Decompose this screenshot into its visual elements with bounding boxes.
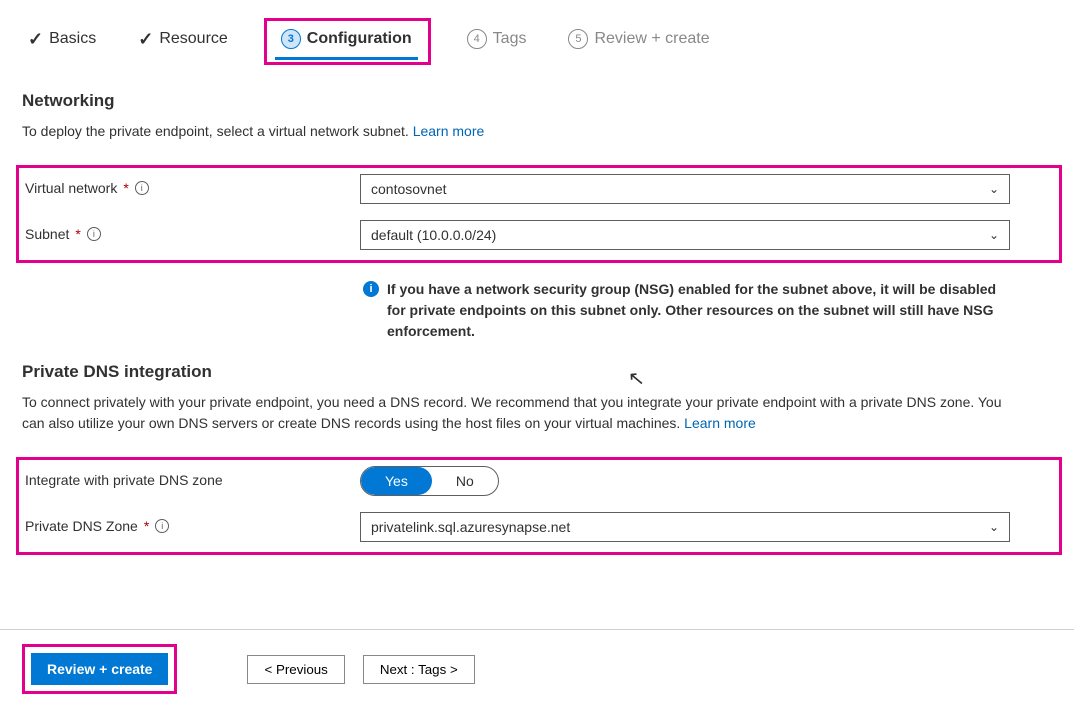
integrate-label: Integrate with private DNS zone — [25, 472, 223, 488]
tab-configuration[interactable]: 3 Configuration — [275, 23, 418, 60]
info-icon[interactable]: i — [87, 227, 101, 241]
step-number-icon: 5 — [568, 29, 588, 49]
chevron-down-icon: ⌄ — [989, 520, 999, 534]
previous-button[interactable]: < Previous — [247, 655, 344, 684]
subnet-value: default (10.0.0.0/24) — [371, 227, 496, 243]
chevron-down-icon: ⌄ — [989, 182, 999, 196]
vnet-select[interactable]: contosovnet ⌄ — [360, 174, 1010, 204]
check-icon: ✓ — [28, 29, 43, 50]
dns-zone-select[interactable]: privatelink.sql.azuresynapse.net ⌄ — [360, 512, 1010, 542]
integrate-toggle[interactable]: Yes No — [360, 466, 499, 496]
info-badge-icon: i — [363, 281, 379, 297]
tab-tags-label: Tags — [493, 30, 527, 48]
dns-description: To connect privately with your private e… — [22, 392, 1022, 435]
subnet-label: Subnet — [25, 226, 69, 242]
dns-learn-more-link[interactable]: Learn more — [684, 415, 756, 431]
dns-zone-value: privatelink.sql.azuresynapse.net — [371, 519, 570, 535]
required-marker: * — [144, 518, 149, 534]
tab-resource-label: Resource — [159, 30, 227, 48]
info-icon[interactable]: i — [135, 181, 149, 195]
vnet-label: Virtual network — [25, 180, 117, 196]
cursor-icon: ↖ — [627, 365, 646, 391]
integrate-yes-option[interactable]: Yes — [361, 467, 432, 495]
wizard-footer: Review + create < Previous Next : Tags > — [0, 629, 1074, 708]
review-button-highlight: Review + create — [22, 644, 177, 694]
tab-basics-label: Basics — [49, 30, 96, 48]
networking-description: To deploy the private endpoint, select a… — [22, 121, 1022, 143]
chevron-down-icon: ⌄ — [989, 228, 999, 242]
integrate-no-option[interactable]: No — [432, 467, 498, 495]
dns-fields-highlight: Integrate with private DNS zone Yes No P… — [16, 457, 1062, 555]
check-icon: ✓ — [138, 29, 153, 50]
networking-fields-highlight: Virtual network * i contosovnet ⌄ Subnet… — [16, 165, 1062, 263]
required-marker: * — [75, 226, 80, 242]
subnet-select[interactable]: default (10.0.0.0/24) ⌄ — [360, 220, 1010, 250]
tab-configuration-highlight: 3 Configuration — [264, 18, 431, 65]
step-number-icon: 4 — [467, 29, 487, 49]
nsg-note: If you have a network security group (NS… — [387, 279, 1007, 342]
info-icon[interactable]: i — [155, 519, 169, 533]
step-number-icon: 3 — [281, 29, 301, 49]
review-create-button[interactable]: Review + create — [31, 653, 168, 685]
wizard-tabs: ✓ Basics ✓ Resource 3 Configuration 4 Ta… — [22, 18, 1052, 63]
tab-configuration-label: Configuration — [307, 30, 412, 48]
dns-zone-label: Private DNS Zone — [25, 518, 138, 534]
tab-resource[interactable]: ✓ Resource — [132, 23, 234, 58]
tab-basics[interactable]: ✓ Basics — [22, 23, 102, 58]
tab-tags[interactable]: 4 Tags — [461, 23, 533, 57]
next-button[interactable]: Next : Tags > — [363, 655, 475, 684]
required-marker: * — [123, 180, 128, 196]
dns-heading: Private DNS integration — [22, 362, 1052, 382]
tab-review-label: Review + create — [594, 30, 709, 48]
networking-learn-more-link[interactable]: Learn more — [413, 123, 485, 139]
tab-review[interactable]: 5 Review + create — [562, 23, 715, 57]
vnet-value: contosovnet — [371, 181, 447, 197]
networking-heading: Networking — [22, 91, 1052, 111]
